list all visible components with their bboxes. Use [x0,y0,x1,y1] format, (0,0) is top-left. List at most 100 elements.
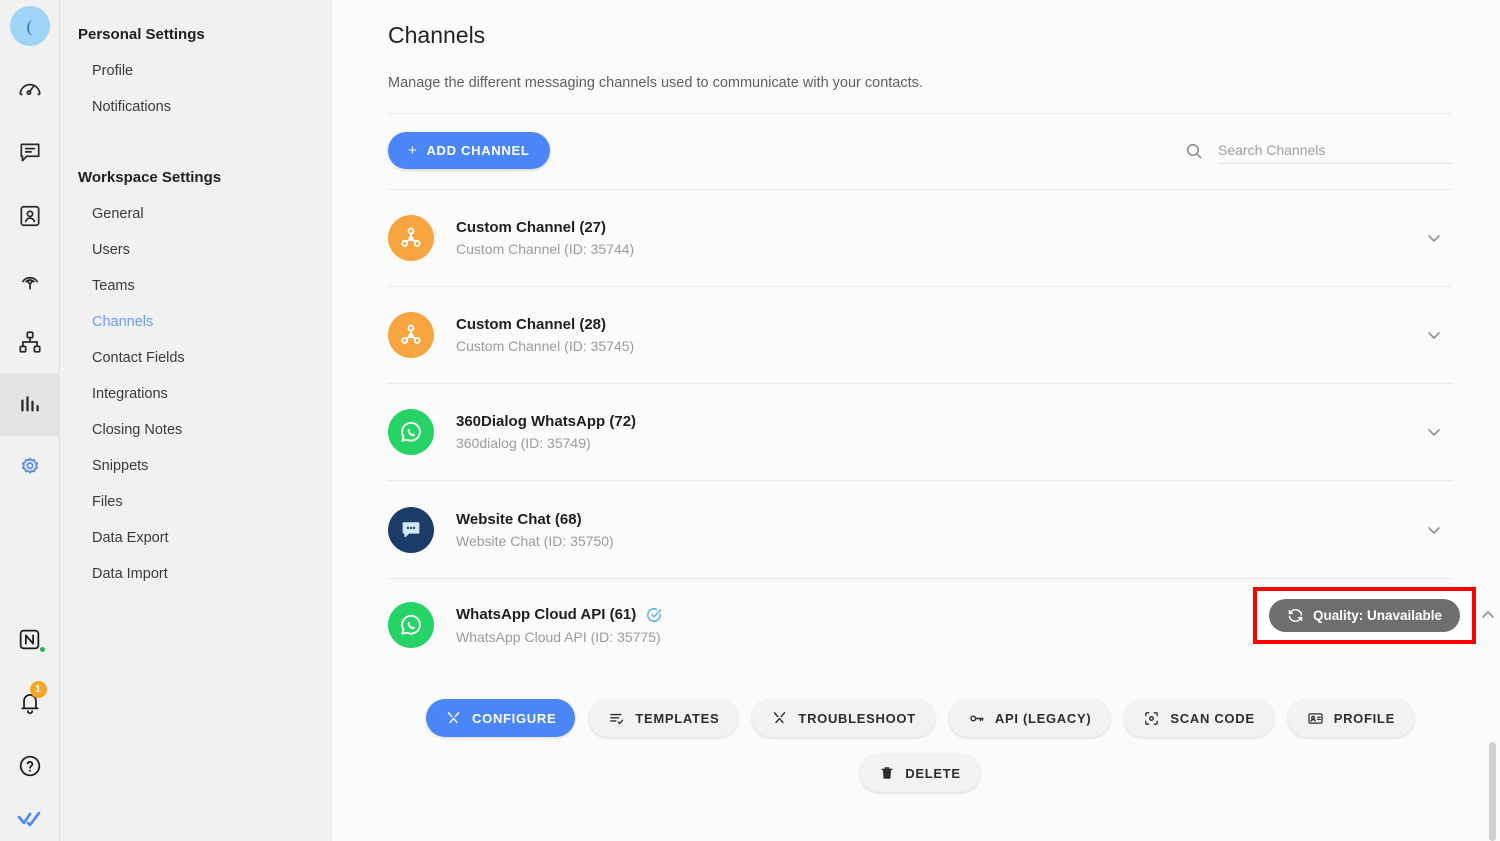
list-check-icon [608,710,625,727]
channel-name-label: Website Chat (68) [456,510,582,528]
table-row[interactable]: Website Chat (68) Website Chat (ID: 3575… [388,481,1452,578]
channel-text: Custom Channel (27) Custom Channel (ID: … [456,219,1416,257]
contact-card-icon [17,203,43,229]
broadcast-icon [17,266,43,292]
channel-name-label: Custom Channel (28) [456,316,607,333]
main-content: Channels Manage the different messaging … [332,0,1500,841]
configure-button[interactable]: CONFIGURE [426,699,576,737]
avatar[interactable]: ( [9,6,50,46]
profile-label: PROFILE [1333,710,1395,726]
channel-description: 360dialog (ID: 35749) [456,435,591,451]
chat-bubble-icon [398,517,424,543]
channel-name: Custom Channel (27) [456,219,1416,236]
expanded-channel-row[interactable]: WhatsApp Cloud API (61) WhatsApp Cloud A… [388,579,1494,671]
rail-item-settings[interactable] [0,436,60,499]
delete-action-row: DELETE [388,737,1452,792]
rail-item-contacts[interactable] [0,184,60,247]
channels-toolbar: + ADD CHANNEL [388,114,1452,169]
sidebar-item-profile[interactable]: Profile [60,53,331,89]
add-channel-label: ADD CHANNEL [426,143,530,158]
add-channel-button[interactable]: + ADD CHANNEL [388,132,550,169]
workspace-settings-heading: Workspace Settings [78,169,222,186]
channel-description: Custom Channel (ID: 35744) [456,241,635,257]
sidebar-item-teams[interactable]: Teams [60,268,331,304]
page-title: Channels [388,22,486,48]
sidebar-item-contact-fields[interactable]: Contact Fields [60,340,331,376]
chevron-down-icon[interactable] [1416,325,1452,345]
rail-item-notifications[interactable]: 1 [0,671,60,734]
delete-label: DELETE [905,765,961,781]
sidebar-item-general[interactable]: General [60,196,331,232]
channel-description: Custom Channel (ID: 35745) [456,338,635,354]
sidebar-item-data-import[interactable]: Data Import [60,556,331,592]
network-nodes-icon [398,225,424,251]
settings-sidebar: Personal Settings Profile Notifications … [60,0,332,841]
sidebar-item-users[interactable]: Users [60,232,331,268]
channel-name: Custom Channel (28) [456,316,1416,333]
channel-avatar [388,506,434,553]
avatar-label: ( [26,16,33,36]
channel-text: Website Chat (68) Website Chat (ID: 3575… [456,511,1416,549]
sidebar-item-channels[interactable]: Channels [60,304,331,340]
templates-button[interactable]: TEMPLATES [589,699,739,737]
sidebar-item-snippets[interactable]: Snippets [60,448,331,484]
troubleshoot-label: TROUBLESHOOT [798,710,916,726]
speedometer-icon [17,77,43,103]
profile-button[interactable]: PROFILE [1287,699,1414,737]
online-status-dot [38,646,46,653]
templates-label: TEMPLATES [635,710,720,726]
channel-avatar [388,312,434,358]
channel-avatar [388,215,434,261]
scrollbar-track[interactable] [1488,0,1496,841]
sidebar-item-closing-notes[interactable]: Closing Notes [60,412,331,448]
main-inner: Channels Manage the different messaging … [332,0,1500,792]
page-subtitle: Manage the different messaging channels … [388,75,923,91]
notification-badge: 1 [29,681,47,698]
api-legacy-button[interactable]: API (LEGACY) [948,699,1111,737]
channel-name-label: Custom Channel (27) [456,219,607,236]
table-row[interactable]: Custom Channel (28) Custom Channel (ID: … [388,287,1452,384]
channel-name-label: WhatsApp Cloud API (61) [456,606,637,623]
sidebar-item-files[interactable]: Files [60,484,331,520]
search-area [1184,137,1452,164]
rail-item-help[interactable] [0,734,60,797]
network-nodes-icon [398,322,424,348]
sidebar-item-data-export[interactable]: Data Export [60,520,331,556]
scan-code-button[interactable]: SCAN CODE [1124,699,1274,737]
table-row[interactable]: Custom Channel (27) Custom Channel (ID: … [388,190,1452,287]
rail-item-broadcasts[interactable] [0,247,60,310]
search-icon[interactable] [1184,141,1204,161]
app-root: (1 Personal Settings Profile Notificati… [0,0,1500,841]
check-circle-icon [645,606,663,624]
channel-name: 360Dialog WhatsApp (72) [456,413,1416,430]
delete-button[interactable]: DELETE [860,754,980,792]
search-input[interactable] [1218,137,1452,164]
sidebar-item-integrations[interactable]: Integrations [60,376,331,412]
scrollbar-thumb[interactable] [1489,742,1496,841]
scan-code-label: SCAN CODE [1170,710,1255,726]
plus-icon: + [408,142,418,159]
chevron-down-icon[interactable] [1416,520,1452,540]
troubleshoot-button[interactable]: TROUBLESHOOT [752,699,935,737]
channel-description: Website Chat (ID: 35750) [456,532,614,549]
rail-item-dashboard[interactable] [0,58,60,121]
question-circle-icon [17,753,43,779]
channel-name: Website Chat (68) [456,511,1416,528]
rail-item-messages[interactable] [0,121,60,184]
double-check-icon [16,805,44,833]
rail-item-reports[interactable] [0,373,60,436]
chevron-down-icon[interactable] [1416,422,1452,442]
status-badge[interactable]: Quality: Unavailable [1268,599,1460,632]
gear-icon [17,455,43,481]
chevron-down-icon[interactable] [1416,228,1452,248]
channel-text: 360Dialog WhatsApp (72) 360dialog (ID: 3… [456,413,1416,451]
chat-icon [17,140,43,166]
channel-avatar [388,602,434,648]
id-card-icon [1307,710,1324,727]
rail-item-flows[interactable] [0,310,60,373]
table-row[interactable]: 360Dialog WhatsApp (72) 360dialog (ID: 3… [388,384,1452,481]
sidebar-item-notifications[interactable]: Notifications [60,89,331,125]
rail-item-notion[interactable] [0,608,60,671]
rail-item-brand[interactable] [0,797,60,841]
trash-icon [879,765,895,781]
